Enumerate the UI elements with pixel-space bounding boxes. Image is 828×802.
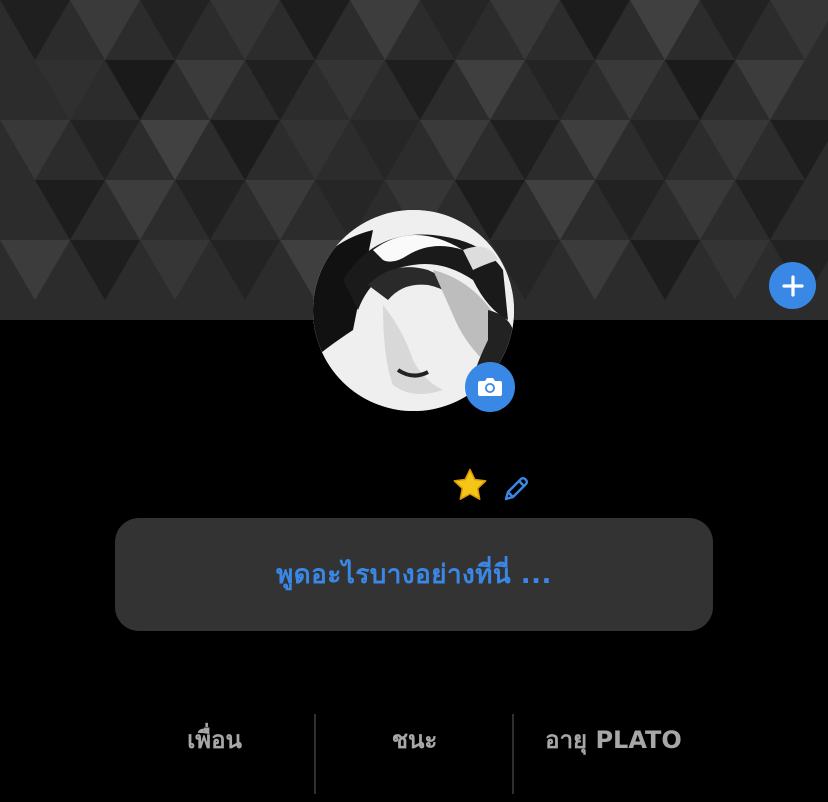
stat-label: อายุ PLATO [545, 726, 682, 754]
profile-stats: เพื่อน ชนะ อายุ PLATO [115, 712, 713, 794]
add-button[interactable] [769, 262, 816, 309]
pencil-icon[interactable] [502, 473, 532, 507]
stat-friends[interactable]: เพื่อน [115, 712, 314, 794]
stat-plato-age[interactable]: อายุ PLATO [514, 712, 713, 794]
plus-icon [781, 274, 804, 297]
status-placeholder: พูดอะไรบางอย่างที่นี่ ... [276, 560, 552, 590]
status-input[interactable]: พูดอะไรบางอย่างที่นี่ ... [115, 518, 713, 631]
stat-wins[interactable]: ชนะ [316, 712, 513, 794]
camera-icon [478, 378, 502, 396]
change-photo-button[interactable] [465, 362, 515, 412]
stat-label: เพื่อน [187, 726, 242, 754]
star-icon[interactable] [452, 468, 488, 506]
stat-label: ชนะ [391, 726, 438, 754]
